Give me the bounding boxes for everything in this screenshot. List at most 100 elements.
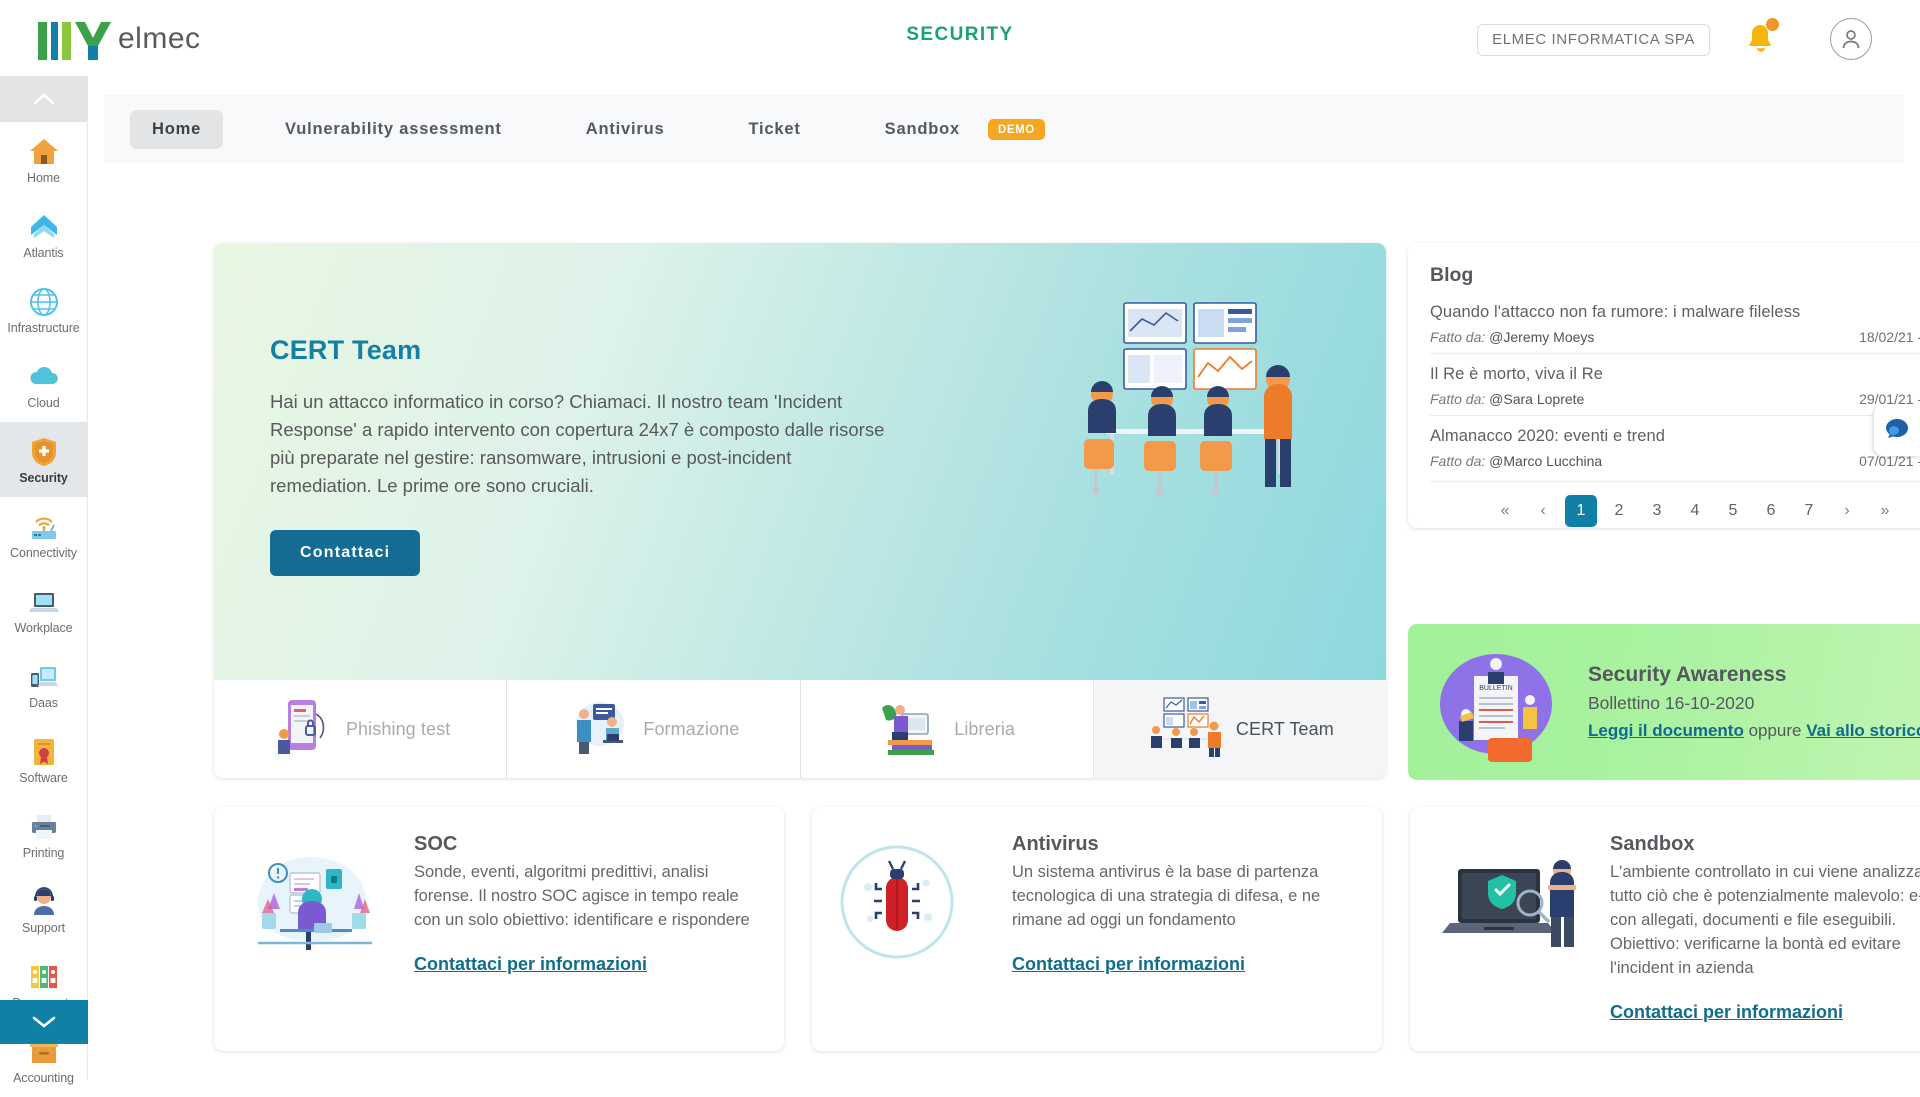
hero-title: CERT Team bbox=[270, 335, 422, 365]
pagination-page-7[interactable]: 7 bbox=[1793, 495, 1825, 527]
service-card-text: L'ambiente controllato in cui viene anal… bbox=[1610, 863, 1920, 978]
service-card-body: SOC Sonde, eventi, algoritmi predittivi, … bbox=[414, 833, 758, 1023]
tab-vulnerability-assessment[interactable]: Vulnerability assessment bbox=[263, 110, 524, 149]
blog-post-meta: Fatto da: @Sara Loprete29/01/21 - 11:02 bbox=[1430, 391, 1920, 407]
pagination-page-1[interactable]: 1 bbox=[1565, 495, 1597, 527]
pagination-page-4[interactable]: 4 bbox=[1679, 495, 1711, 527]
blog-post-author: Fatto da: @Jeremy Moeys bbox=[1430, 329, 1594, 345]
pagination-page-5[interactable]: 5 bbox=[1717, 495, 1749, 527]
sidebar-item-support[interactable]: Support bbox=[0, 872, 87, 947]
sidebar-scroll-down-button[interactable] bbox=[0, 1000, 88, 1044]
pagination-page-2[interactable]: 2 bbox=[1603, 495, 1635, 527]
sidebar-item-cloud[interactable]: Cloud bbox=[0, 347, 87, 422]
certificate-icon bbox=[27, 735, 61, 769]
soc-analyst-illustration bbox=[240, 833, 400, 1023]
blog-title: Blog bbox=[1430, 264, 1474, 286]
sidebar-item-list: Home Atlantis Infrastructure Cloud Security C… bbox=[0, 122, 87, 1097]
service-card-text: Sonde, eventi, algoritmi predittivi, ana… bbox=[414, 863, 750, 930]
hero-tab-label: CERT Team bbox=[1235, 718, 1334, 739]
sidebar-item-connectivity[interactable]: Connectivity bbox=[0, 497, 87, 572]
service-card-title: Sandbox bbox=[1610, 833, 1695, 855]
pagination-arrow[interactable]: › bbox=[1831, 495, 1863, 527]
headset-agent-icon bbox=[27, 885, 61, 919]
tab-ticket[interactable]: Ticket bbox=[726, 110, 822, 149]
sidebar-item-label: Support bbox=[21, 920, 66, 935]
blog-post-meta: Fatto da: @Marco Lucchina07/01/21 - 11:0… bbox=[1430, 453, 1920, 469]
hero-tab-formazione[interactable]: Formazione bbox=[507, 680, 801, 778]
pagination-arrow[interactable]: » bbox=[1869, 495, 1901, 527]
pagination-arrow[interactable]: ‹ bbox=[1527, 495, 1559, 527]
cloud-icon bbox=[27, 360, 61, 394]
sidebar-item-software[interactable]: Software bbox=[0, 722, 87, 797]
pagination-page-6[interactable]: 6 bbox=[1755, 495, 1787, 527]
phishing-phone-illustration bbox=[270, 696, 336, 763]
blog-post-item[interactable]: Il Re è morto, viva il Re Fatto da: @Sara… bbox=[1430, 353, 1920, 415]
devices-icon bbox=[27, 660, 61, 694]
sidebar-item-workplace[interactable]: Workplace bbox=[0, 572, 87, 647]
sidebar: Home Atlantis Infrastructure Cloud Security C… bbox=[0, 76, 88, 1085]
sidebar-item-atlantis[interactable]: Atlantis bbox=[0, 197, 87, 272]
blog-post-author: Fatto da: @Marco Lucchina bbox=[1430, 453, 1602, 469]
blog-post-author: Fatto da: @Sara Loprete bbox=[1430, 391, 1584, 407]
pagination-page-3[interactable]: 3 bbox=[1641, 495, 1673, 527]
blog-post-item[interactable]: Almanacco 2020: eventi e trend Fatto da: … bbox=[1430, 415, 1920, 477]
binders-icon bbox=[27, 960, 61, 994]
sidebar-item-label: Workplace bbox=[14, 620, 73, 635]
contattaci-button[interactable]: Contattaci bbox=[270, 530, 421, 577]
contattaci-per-informazioni-link[interactable]: Contattaci per informazioni bbox=[414, 954, 647, 975]
sidebar-item-label: Infrastructure bbox=[7, 320, 80, 335]
blog-post-title[interactable]: Quando l'attacco non fa rumore: i malwar… bbox=[1430, 303, 1920, 322]
awareness-subtitle: Bollettino 16-10-2020 bbox=[1588, 693, 1755, 713]
blog-author-handle: @Jeremy Moeys bbox=[1489, 329, 1595, 345]
chat-bubble-icon[interactable] bbox=[1874, 404, 1920, 456]
awareness-link-joiner: oppure bbox=[1743, 721, 1807, 740]
bulletin-illustration: BULLETIN bbox=[1408, 642, 1584, 762]
hero-tab-label: Formazione bbox=[643, 718, 740, 739]
blog-post-item[interactable]: Quando l'attacco non fa rumore: i malwar… bbox=[1430, 299, 1920, 353]
leggi-il-documento-link[interactable]: Leggi il documento bbox=[1588, 721, 1744, 740]
security-awareness-card[interactable]: BULLETIN Security Awareness Bollettino 1… bbox=[1408, 624, 1920, 780]
training-illustration bbox=[567, 696, 633, 763]
avatar[interactable] bbox=[1830, 18, 1872, 60]
blog-card: Blog Quando l'attacco non fa rumore: i m… bbox=[1408, 243, 1920, 528]
blog-post-meta: Fatto da: @Jeremy Moeys 18/02/21 - 11:02 bbox=[1430, 329, 1920, 345]
hero-tab-label: Phishing test bbox=[345, 718, 451, 739]
sidebar-scroll-up-button[interactable] bbox=[0, 76, 87, 122]
blog-author-handle: @Sara Loprete bbox=[1489, 391, 1585, 407]
contattaci-per-informazioni-link[interactable]: Contattaci per informazioni bbox=[1012, 954, 1245, 975]
company-selector[interactable]: ELMEC INFORMATICA SPA bbox=[1477, 24, 1710, 56]
sidebar-item-printing[interactable]: Printing bbox=[0, 797, 87, 872]
blog-author-handle: @Marco Lucchina bbox=[1489, 453, 1603, 469]
blog-author-prefix: Fatto da: bbox=[1430, 391, 1486, 407]
cert-team-illustration bbox=[1146, 696, 1226, 763]
sandbox-laptop-illustration bbox=[1436, 833, 1596, 1023]
sidebar-item-label: Atlantis bbox=[23, 245, 64, 260]
hero-tab-cert-team[interactable]: CERT Team bbox=[1093, 680, 1386, 778]
hero-tab-phishing-test[interactable]: Phishing test bbox=[214, 680, 508, 778]
tab-antivirus[interactable]: Antivirus bbox=[564, 110, 687, 149]
vai-allo-storico-link[interactable]: Vai allo storico bbox=[1806, 721, 1920, 740]
sidebar-item-home[interactable]: Home bbox=[0, 122, 87, 197]
pagination-arrow[interactable]: « bbox=[1489, 495, 1521, 527]
tab-home[interactable]: Home bbox=[130, 109, 224, 149]
awareness-links: Leggi il documento oppure Vai allo stori… bbox=[1588, 721, 1920, 741]
sidebar-item-security[interactable]: Security bbox=[0, 422, 87, 497]
printer-icon bbox=[27, 810, 61, 844]
blog-post-title[interactable]: Il Re è morto, viva il Re bbox=[1430, 365, 1920, 384]
service-card-title: SOC bbox=[414, 833, 458, 855]
service-card-text: Un sistema antivirus è la base di parten… bbox=[1012, 863, 1321, 930]
demo-badge: DEMO bbox=[987, 118, 1045, 140]
shield-icon bbox=[27, 435, 61, 469]
hero-tab-libreria[interactable]: Libreria bbox=[801, 680, 1094, 778]
chevron-up-icon bbox=[33, 93, 54, 105]
chevron-down-icon bbox=[32, 1016, 56, 1028]
library-books-illustration bbox=[878, 696, 944, 763]
awareness-title: Security Awareness bbox=[1588, 663, 1787, 686]
hero-tab-strip: Phishing test Formazione Libreria CERT Team bbox=[214, 680, 1386, 778]
sidebar-item-daas[interactable]: Daas bbox=[0, 647, 87, 722]
blog-author-prefix: Fatto da: bbox=[1430, 453, 1486, 469]
sidebar-item-infrastructure[interactable]: Infrastructure bbox=[0, 272, 87, 347]
blog-post-title[interactable]: Almanacco 2020: eventi e trend bbox=[1430, 427, 1920, 446]
tab-sandbox[interactable]: Sandbox bbox=[863, 110, 982, 149]
contattaci-per-informazioni-link[interactable]: Contattaci per informazioni bbox=[1610, 1002, 1843, 1023]
